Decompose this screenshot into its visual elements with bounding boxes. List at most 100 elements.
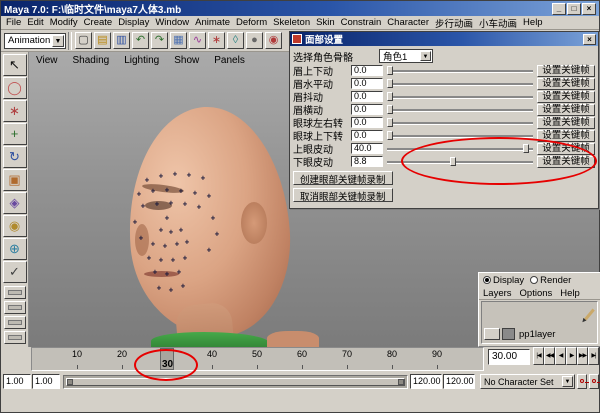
menu-item-4[interactable]: Display xyxy=(115,17,152,28)
slider-track-4[interactable] xyxy=(387,117,533,128)
set-key-button-small[interactable] xyxy=(577,374,589,389)
menu-item-10[interactable]: Constrain xyxy=(338,17,385,28)
play-forward-button[interactable]: ▶ xyxy=(566,347,577,365)
render-icon[interactable]: ● xyxy=(246,32,263,49)
menu-item-1[interactable]: Edit xyxy=(24,17,46,28)
menu-set-selector[interactable]: Animation ▼ xyxy=(4,32,66,49)
select-tool[interactable]: ↖ xyxy=(2,54,27,76)
slider-value-field-6[interactable]: 40.0 xyxy=(351,143,383,154)
panel-menu-lighting[interactable]: Lighting xyxy=(124,55,159,66)
dialog-title-bar[interactable]: 面部设置 × xyxy=(290,32,598,46)
options-menu[interactable]: Options xyxy=(520,288,553,299)
two-pane-layout-button[interactable] xyxy=(3,331,26,344)
chevron-down-icon[interactable]: ▼ xyxy=(562,376,573,387)
play-backward-button[interactable]: ◀ xyxy=(555,347,566,365)
layers-menu[interactable]: Layers xyxy=(483,288,512,299)
slider-handle-1[interactable] xyxy=(387,79,393,88)
universal-manipulator-tool[interactable]: ◈ xyxy=(2,192,27,214)
playback-end-field[interactable]: 120.00 xyxy=(410,374,442,389)
redo-icon[interactable]: ↷ xyxy=(151,32,168,49)
single-pane-layout-button[interactable] xyxy=(3,286,26,299)
panel-menu-shading[interactable]: Shading xyxy=(73,55,110,66)
range-slider-bar[interactable] xyxy=(66,378,405,386)
snap-point-icon[interactable]: ∗ xyxy=(208,32,225,49)
slider-track-0[interactable] xyxy=(387,65,533,76)
menu-item-7[interactable]: Deform xyxy=(233,17,270,28)
time-slider[interactable]: 102030405060708090 30 xyxy=(31,347,484,371)
set-keyframe-button-6[interactable]: 设置关键帧 xyxy=(537,142,595,155)
slider-handle-4[interactable] xyxy=(387,118,393,127)
set-keyframe-button-0[interactable]: 设置关键帧 xyxy=(537,64,595,77)
slider-handle-6[interactable] xyxy=(522,144,529,153)
set-keyframe-button-4[interactable]: 设置关键帧 xyxy=(537,116,595,129)
save-scene-icon[interactable]: ▥ xyxy=(113,32,130,49)
slider-track-5[interactable] xyxy=(387,130,533,141)
last-tool[interactable]: ✓ xyxy=(2,261,27,283)
undo-icon[interactable]: ↶ xyxy=(132,32,149,49)
slider-value-field-5[interactable]: 0.0 xyxy=(351,130,383,141)
slider-track-1[interactable] xyxy=(387,78,533,89)
slider-track-7[interactable] xyxy=(387,156,533,167)
animation-end-field[interactable]: 120.00 xyxy=(443,374,475,389)
panel-menu-view[interactable]: View xyxy=(36,55,58,66)
show-manipulator-tool[interactable]: ⊕ xyxy=(2,238,27,260)
persp-outliner-layout-button[interactable] xyxy=(3,316,26,329)
step-forward-button[interactable]: ▶▶ xyxy=(577,347,588,365)
set-keyframe-button-3[interactable]: 设置关键帧 xyxy=(537,103,595,116)
scale-tool[interactable]: ▣ xyxy=(2,169,27,191)
maximize-button[interactable]: □ xyxy=(567,2,581,15)
menu-item-2[interactable]: Modify xyxy=(47,17,81,28)
dialog-close-icon[interactable]: × xyxy=(583,33,596,45)
snap-curve-icon[interactable]: ∿ xyxy=(189,32,206,49)
current-time-field[interactable]: 30.00 xyxy=(488,349,530,365)
menu-item-11[interactable]: Character xyxy=(384,17,432,28)
set-keyframe-button-5[interactable]: 设置关键帧 xyxy=(537,129,595,142)
set-keyframe-button-2[interactable]: 设置关键帧 xyxy=(537,90,595,103)
go-to-end-button[interactable]: ▶| xyxy=(588,347,599,365)
layer-color-swatch[interactable] xyxy=(502,328,515,340)
go-to-start-button[interactable]: |◀ xyxy=(533,347,544,365)
menu-item-14[interactable]: Help xyxy=(520,17,546,28)
slider-value-field-4[interactable]: 0.0 xyxy=(351,117,383,128)
render-radio[interactable]: Render xyxy=(530,275,571,286)
slider-handle-2[interactable] xyxy=(387,92,393,101)
ipr-render-icon[interactable]: ◉ xyxy=(265,32,282,49)
slider-handle-3[interactable] xyxy=(387,105,393,114)
snap-grid-icon[interactable]: ▦ xyxy=(170,32,187,49)
radio-selected-icon[interactable] xyxy=(483,275,491,284)
slider-value-field-3[interactable]: 0.0 xyxy=(351,104,383,115)
layer-visibility-toggle[interactable] xyxy=(484,328,500,340)
cancel-eye-key-record-button[interactable]: 取消眼部关键帧录制 xyxy=(293,188,393,203)
chevron-down-icon[interactable]: ▼ xyxy=(52,34,64,47)
menu-item-6[interactable]: Animate xyxy=(192,17,233,28)
panel-menu-panels[interactable]: Panels xyxy=(214,55,245,66)
slider-track-2[interactable] xyxy=(387,91,533,102)
close-button[interactable]: × xyxy=(582,2,596,15)
auto-key-button[interactable] xyxy=(589,374,600,389)
playback-start-field[interactable]: 1.00 xyxy=(32,374,60,389)
animation-start-field[interactable]: 1.00 xyxy=(3,374,31,389)
paint-select-tool[interactable]: ∗ xyxy=(2,100,27,122)
slider-handle-0[interactable] xyxy=(387,66,393,75)
menu-item-12[interactable]: 步行动画 xyxy=(432,16,476,30)
menu-item-13[interactable]: 小车动画 xyxy=(476,16,520,30)
slider-value-field-2[interactable]: 0.0 xyxy=(351,91,383,102)
soft-mod-tool[interactable]: ◉ xyxy=(2,215,27,237)
slider-track-6[interactable] xyxy=(387,143,533,154)
rotate-tool[interactable]: ↻ xyxy=(2,146,27,168)
slider-handle-5[interactable] xyxy=(387,131,393,140)
slider-track-3[interactable] xyxy=(387,104,533,115)
open-scene-icon[interactable]: ▤ xyxy=(94,32,111,49)
title-bar[interactable]: Maya 7.0: F:\临时文件\maya7人体3.mb _ □ × xyxy=(1,1,599,16)
layer-row[interactable]: pp1layer xyxy=(484,327,595,341)
set-keyframe-button-7[interactable]: 设置关键帧 xyxy=(537,155,595,168)
four-pane-layout-button[interactable] xyxy=(3,301,26,314)
range-end-handle[interactable] xyxy=(398,379,404,385)
slider-handle-7[interactable] xyxy=(449,157,456,166)
make-live-icon[interactable]: ◊ xyxy=(227,32,244,49)
menu-item-0[interactable]: File xyxy=(3,17,24,28)
set-keyframe-button-1[interactable]: 设置关键帧 xyxy=(537,77,595,90)
minimize-button[interactable]: _ xyxy=(552,2,566,15)
step-back-button[interactable]: ◀◀ xyxy=(544,347,555,365)
move-tool[interactable]: + xyxy=(2,123,27,145)
